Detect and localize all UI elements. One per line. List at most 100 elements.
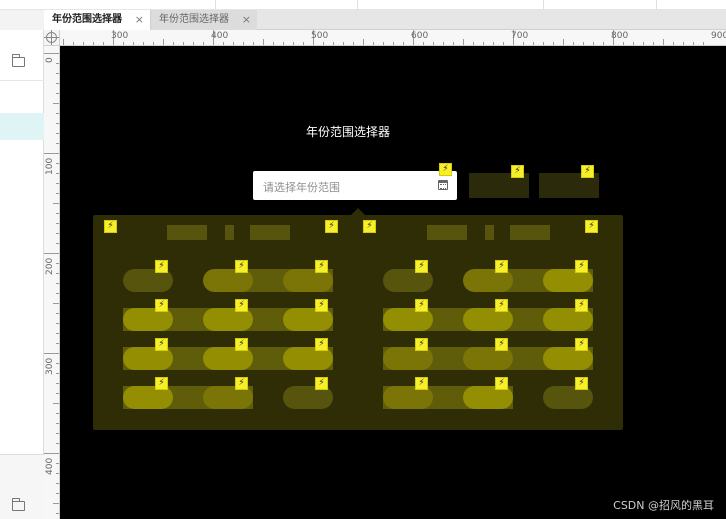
ruler-tick [703,42,704,45]
ruler-tick [563,39,564,45]
ruler-tick [56,483,59,484]
ruler-tick [44,253,59,254]
header-prev-button[interactable] [167,225,207,240]
year-picker-panel: ⚡ ⚡ ⚡ ⚡ ⚡ ⚡ ⚡ ⚡ ⚡ ⚡ ⚡ ⚡ ⚡ ⚡ ⚡ ⚡ ⚡ ⚡ ⚡ ⚡ ⚡ ⚡ ⚡ ⚡ ⚡ ⚡ ⚡ ⚡ [93,215,623,430]
interaction-badge-icon[interactable]: ⚡ [415,299,428,312]
ruler-tick [323,42,324,45]
ruler-tick [573,42,574,45]
interaction-badge-icon[interactable]: ⚡ [575,338,588,351]
ruler-tick [253,42,254,45]
ruler-tick [83,42,84,45]
interaction-badge-icon[interactable]: ⚡ [325,220,338,233]
left-panel [0,30,44,519]
window-top-strip [0,0,726,10]
interaction-badge-icon[interactable]: ⚡ [235,377,248,390]
interaction-badge-icon[interactable]: ⚡ [575,260,588,273]
interaction-badge-icon[interactable]: ⚡ [315,299,328,312]
header-year-label[interactable] [427,225,467,240]
tab-active[interactable]: 年份范围选择器 × [44,10,151,30]
ruler-tick [56,373,59,374]
interaction-badge-icon[interactable]: ⚡ [104,220,117,233]
interaction-badge-icon[interactable]: ⚡ [315,338,328,351]
ruler-tick [56,513,59,514]
ruler-label: 0 [45,57,55,63]
popover-caret [351,208,365,215]
header-year-label[interactable] [250,225,290,240]
ruler-tick [193,42,194,45]
ruler-tick [473,42,474,45]
ruler-label: 600 [411,31,429,41]
vertical-ruler[interactable]: 0 100 200 300 400 [44,46,60,519]
interaction-badge-icon[interactable]: ⚡ [495,260,508,273]
interaction-badge-icon[interactable]: ⚡ [155,377,168,390]
interaction-badge-icon[interactable]: ⚡ [363,220,376,233]
interaction-badge-icon[interactable]: ⚡ [439,163,452,176]
ruler-tick [263,39,264,45]
ruler-tick [643,42,644,45]
ruler-tick [693,42,694,45]
ruler-tick [53,203,59,204]
ruler-tick [56,143,59,144]
ruler-tick [56,113,59,114]
ruler-tick [673,42,674,45]
ruler-tick [56,173,59,174]
header-next-button[interactable] [510,225,550,240]
interaction-badge-icon[interactable]: ⚡ [581,165,594,178]
ruler-tick [56,343,59,344]
ruler-tick [633,42,634,45]
ruler-tick [583,42,584,45]
ruler-tick [56,123,59,124]
ruler-tick [53,303,59,304]
ruler-tick [553,42,554,45]
ruler-tick [433,42,434,45]
interaction-badge-icon[interactable]: ⚡ [585,220,598,233]
interaction-badge-icon[interactable]: ⚡ [415,377,428,390]
ruler-tick [93,42,94,45]
interaction-badge-icon[interactable]: ⚡ [415,338,428,351]
tab-inactive[interactable]: 年份范围选择器 × [151,10,257,30]
ruler-tick [56,233,59,234]
ruler-tick [153,42,154,45]
ruler-tick [283,42,284,45]
selected-page-item[interactable] [0,113,44,140]
interaction-badge-icon[interactable]: ⚡ [155,260,168,273]
year-range-input[interactable]: 请选择年份范围 [253,171,457,200]
ruler-label: 300 [45,357,55,375]
ruler-tick [56,333,59,334]
interaction-badge-icon[interactable]: ⚡ [575,377,588,390]
ruler-tick [303,42,304,45]
folder-icon[interactable] [12,498,25,511]
ruler-tick [44,453,59,454]
folder-icon[interactable] [12,54,25,67]
interaction-badge-icon[interactable]: ⚡ [155,299,168,312]
close-icon[interactable]: × [135,10,144,30]
ruler-tick [56,363,59,364]
ruler-tick [56,463,59,464]
ruler-tick [343,42,344,45]
interaction-badge-icon[interactable]: ⚡ [315,260,328,273]
interaction-badge-icon[interactable]: ⚡ [495,338,508,351]
interaction-badge-icon[interactable]: ⚡ [235,299,248,312]
ruler-tick [663,39,664,45]
interaction-badge-icon[interactable]: ⚡ [155,338,168,351]
interaction-badge-icon[interactable]: ⚡ [511,165,524,178]
interaction-badge-icon[interactable]: ⚡ [235,338,248,351]
design-canvas[interactable]: 年份范围选择器 请选择年份范围 ⚡ ⚡ ⚡ ⚡ ⚡ ⚡ ⚡ ⚡ ⚡ ⚡ ⚡ ⚡ ⚡ ⚡ ⚡ ⚡ ⚡ ⚡ ⚡ ⚡ ⚡ ⚡ ⚡ ⚡… [60,46,726,519]
interaction-badge-icon[interactable]: ⚡ [575,299,588,312]
ruler-tick [533,42,534,45]
ruler-tick [56,263,59,264]
interaction-badge-icon[interactable]: ⚡ [495,377,508,390]
interaction-badge-icon[interactable]: ⚡ [315,377,328,390]
interaction-badge-icon[interactable]: ⚡ [495,299,508,312]
ruler-origin[interactable] [44,30,60,46]
interaction-badge-icon[interactable]: ⚡ [235,260,248,273]
ruler-tick [393,42,394,45]
interaction-badge-icon[interactable]: ⚡ [415,260,428,273]
horizontal-ruler[interactable]: 300 400 500 600 700 800 900 [60,30,726,46]
calendar-icon[interactable] [438,180,448,190]
ruler-tick [203,42,204,45]
close-icon[interactable]: × [242,10,251,30]
input-placeholder: 请选择年份范围 [263,181,340,194]
ruler-tick [443,42,444,45]
ruler-tick [56,163,59,164]
